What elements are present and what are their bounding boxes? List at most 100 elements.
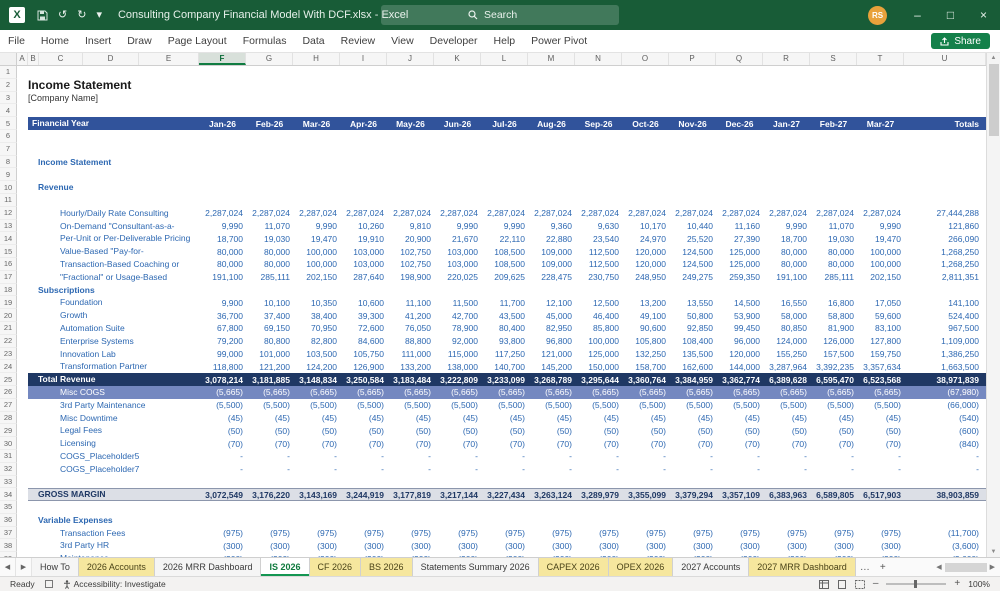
cell[interactable]: (70) bbox=[199, 439, 246, 449]
cell[interactable]: 124,500 bbox=[669, 247, 716, 257]
cell[interactable]: 3,222,809 bbox=[434, 375, 481, 385]
cell[interactable]: 82,800 bbox=[293, 336, 340, 346]
select-all-corner[interactable] bbox=[0, 53, 17, 65]
cell[interactable]: 3,392,235 bbox=[810, 362, 857, 372]
cell[interactable]: 3,289,979 bbox=[575, 490, 622, 500]
ribbon-tab-file[interactable]: File bbox=[0, 30, 33, 52]
column-month-mar-27[interactable]: Mar-27 bbox=[857, 119, 904, 129]
cell[interactable]: 191,100 bbox=[763, 272, 810, 282]
cell[interactable]: 39,300 bbox=[340, 311, 387, 321]
ribbon-tab-draw[interactable]: Draw bbox=[119, 30, 160, 52]
cell[interactable]: 103,000 bbox=[434, 247, 481, 257]
macro-record-icon[interactable] bbox=[44, 579, 54, 589]
column-header-G[interactable]: G bbox=[246, 53, 293, 65]
column-header-O[interactable]: O bbox=[622, 53, 669, 65]
row-header-34[interactable]: 34 bbox=[0, 488, 17, 502]
cell[interactable]: 101,000 bbox=[246, 349, 293, 359]
cell[interactable]: 78,900 bbox=[434, 323, 481, 333]
normal-view-icon[interactable] bbox=[818, 579, 829, 589]
cell[interactable]: (975) bbox=[246, 528, 293, 538]
cell[interactable]: 23,540 bbox=[575, 234, 622, 244]
row-header-26[interactable]: 26 bbox=[0, 385, 17, 399]
undo-icon[interactable]: ↺ bbox=[58, 9, 67, 21]
zoom-in-button[interactable]: + bbox=[954, 579, 960, 589]
cell[interactable]: 266,090 bbox=[904, 234, 986, 244]
cell[interactable]: 100,000 bbox=[293, 259, 340, 269]
cell[interactable] bbox=[17, 104, 28, 117]
column-header-Q[interactable]: Q bbox=[716, 53, 763, 65]
cell[interactable]: (50) bbox=[340, 426, 387, 436]
column-header-B[interactable]: B bbox=[28, 53, 39, 65]
cell[interactable]: (975) bbox=[857, 528, 904, 538]
cell[interactable]: (300) bbox=[246, 554, 293, 557]
row-header-37[interactable]: 37 bbox=[0, 526, 17, 540]
cell[interactable]: 90,600 bbox=[622, 323, 669, 333]
cell[interactable]: 53,900 bbox=[716, 311, 763, 321]
sheet-tab-bs-2026[interactable]: BS 2026 bbox=[361, 558, 413, 576]
column-header-F[interactable]: F bbox=[199, 53, 246, 65]
cell[interactable]: (5,665) bbox=[669, 387, 716, 397]
cell[interactable] bbox=[17, 386, 28, 399]
row-label[interactable]: GROSS MARGIN bbox=[28, 488, 199, 501]
row-label[interactable]: Transaction Fees bbox=[28, 527, 199, 540]
cell[interactable]: 3,227,434 bbox=[481, 490, 528, 500]
cell[interactable]: 124,000 bbox=[763, 336, 810, 346]
cell[interactable]: 1,663,500 bbox=[904, 362, 986, 372]
cell[interactable]: 3,078,214 bbox=[199, 375, 246, 385]
cell[interactable]: 108,500 bbox=[481, 247, 528, 257]
qat-customize-dropdown-icon[interactable]: ▾ bbox=[96, 9, 102, 21]
cell[interactable]: (300) bbox=[669, 554, 716, 557]
cell[interactable] bbox=[17, 194, 28, 207]
cell[interactable]: - bbox=[857, 464, 904, 474]
cell[interactable] bbox=[17, 322, 28, 335]
row-header-10[interactable]: 10 bbox=[0, 181, 17, 194]
cell[interactable]: 27,390 bbox=[716, 234, 763, 244]
cell[interactable]: 80,000 bbox=[199, 247, 246, 257]
cell[interactable]: - bbox=[340, 451, 387, 461]
cell[interactable]: (300) bbox=[340, 541, 387, 551]
cell[interactable]: 9,990 bbox=[481, 221, 528, 231]
restore-button[interactable]: □ bbox=[934, 0, 967, 30]
cell[interactable]: (45) bbox=[293, 413, 340, 423]
horizontal-scrollbar[interactable]: ◀ ▶ bbox=[931, 558, 1000, 576]
cell[interactable] bbox=[17, 284, 28, 297]
cell[interactable]: (45) bbox=[669, 413, 716, 423]
ribbon-tab-formulas[interactable]: Formulas bbox=[235, 30, 295, 52]
cell[interactable]: 2,287,024 bbox=[340, 208, 387, 218]
column-header-K[interactable]: K bbox=[434, 53, 481, 65]
cell[interactable]: 2,287,024 bbox=[716, 208, 763, 218]
row-label[interactable]: "Fractional" or Usage-Based bbox=[28, 271, 199, 284]
cell[interactable]: (50) bbox=[857, 426, 904, 436]
cell[interactable]: (5,500) bbox=[387, 400, 434, 410]
cell[interactable]: 967,500 bbox=[904, 323, 986, 333]
cell[interactable]: (50) bbox=[716, 426, 763, 436]
cell[interactable]: (5,665) bbox=[857, 387, 904, 397]
cell[interactable]: 3,233,099 bbox=[481, 375, 528, 385]
cell[interactable]: (300) bbox=[293, 541, 340, 551]
cell[interactable]: 2,287,024 bbox=[575, 208, 622, 218]
zoom-level[interactable]: 100% bbox=[968, 579, 990, 589]
cell[interactable]: 125,000 bbox=[716, 247, 763, 257]
cell[interactable]: 9,990 bbox=[293, 221, 340, 231]
cell[interactable]: (5,665) bbox=[763, 387, 810, 397]
cell[interactable]: (45) bbox=[810, 413, 857, 423]
row-label[interactable]: Maintenance bbox=[28, 552, 199, 557]
row-label[interactable]: Foundation bbox=[28, 296, 199, 309]
cell[interactable]: 9,990 bbox=[857, 221, 904, 231]
cell[interactable]: 133,200 bbox=[387, 362, 434, 372]
cell[interactable]: (45) bbox=[246, 413, 293, 423]
cell[interactable]: 2,287,024 bbox=[434, 208, 481, 218]
cell[interactable]: (50) bbox=[763, 426, 810, 436]
cell[interactable]: 125,000 bbox=[716, 259, 763, 269]
cell[interactable]: 3,148,834 bbox=[293, 375, 340, 385]
row-header-8[interactable]: 8 bbox=[0, 155, 17, 169]
cell[interactable]: (300) bbox=[199, 554, 246, 557]
row-header-18[interactable]: 18 bbox=[0, 283, 17, 297]
cell[interactable]: 42,700 bbox=[434, 311, 481, 321]
share-button[interactable]: Share bbox=[931, 33, 990, 49]
cell[interactable]: 12,500 bbox=[575, 298, 622, 308]
row-header-35[interactable]: 35 bbox=[0, 501, 17, 514]
row-label[interactable]: Growth bbox=[28, 309, 199, 322]
row-label[interactable]: Transaction-Based Coaching or bbox=[28, 258, 199, 271]
cell[interactable]: 80,000 bbox=[246, 247, 293, 257]
